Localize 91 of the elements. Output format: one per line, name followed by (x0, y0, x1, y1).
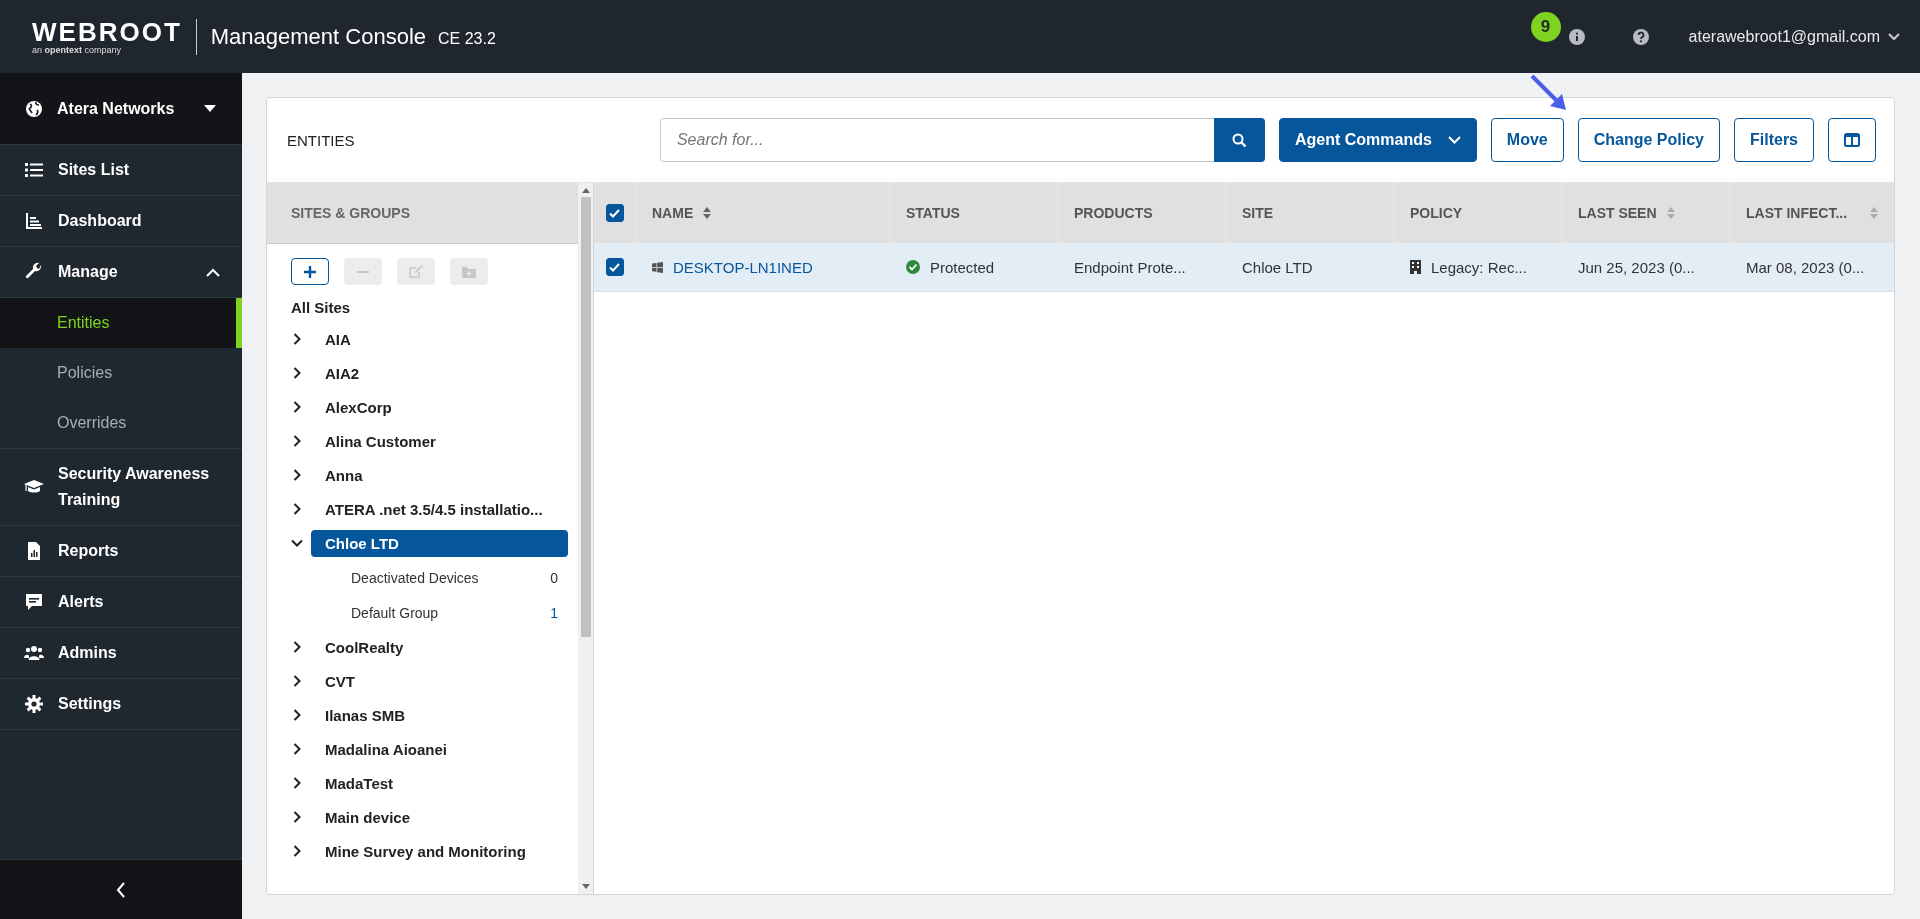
chevron-icon[interactable] (291, 401, 303, 413)
tree-item[interactable]: CoolRealty (311, 633, 568, 661)
agent-commands-button[interactable]: Agent Commands (1278, 118, 1477, 162)
settings-icon (24, 694, 44, 714)
group-count: 1 (550, 604, 558, 621)
edit-icon (409, 265, 423, 278)
chevron-icon[interactable] (291, 333, 303, 345)
tree-item[interactable]: AlexCorp (311, 393, 568, 421)
brand-logo: WEBROOT (32, 18, 182, 45)
tree-item[interactable]: MadaTest (311, 769, 568, 797)
panel-title: ENTITIES (287, 131, 355, 149)
sort-icon (1870, 207, 1878, 219)
tree-group[interactable]: Deactivated Devices (351, 569, 551, 586)
chevron-icon[interactable] (291, 845, 303, 857)
list-icon (24, 160, 44, 180)
device-name-link[interactable]: DESKTOP-LN1INED (673, 258, 813, 276)
scrollbar[interactable] (578, 183, 593, 894)
organization-selector[interactable]: Atera Networks (0, 73, 242, 145)
column-header[interactable]: LAST INFECT... (1730, 183, 1894, 243)
tree-item[interactable]: Mine Survey and Monitoring (311, 837, 568, 865)
toolbar-button[interactable]: Filters (1734, 118, 1814, 162)
tree-item[interactable]: Main device (311, 803, 568, 831)
table-cell: Mar 08, 2023 (0... (1746, 258, 1865, 276)
check-icon (609, 208, 620, 218)
globe-icon (25, 99, 43, 118)
group-count: 0 (550, 569, 558, 586)
users-icon (24, 643, 44, 663)
scroll-up-icon[interactable] (581, 188, 590, 193)
chat-icon (24, 592, 44, 612)
toolbar-button[interactable]: Change Policy (1577, 118, 1720, 162)
chart-icon (24, 211, 44, 231)
building-icon (1410, 260, 1421, 274)
sort-icon (1666, 207, 1675, 219)
table-cell: Endpoint Prote... (1074, 258, 1186, 276)
sidebar-item[interactable]: Security Awareness Training (0, 448, 242, 526)
tree-group[interactable]: Default Group (351, 604, 551, 621)
columns-button[interactable] (1828, 118, 1876, 162)
tree-item[interactable]: Ilanas SMB (311, 701, 568, 729)
sidebar-subitem[interactable]: Entities (0, 298, 242, 348)
chevron-icon[interactable] (291, 743, 303, 755)
chevron-icon[interactable] (291, 811, 303, 823)
tree-root[interactable]: All Sites (267, 293, 578, 322)
info-icon[interactable] (1568, 28, 1585, 45)
row-checkbox[interactable] (605, 258, 624, 276)
check-circle-icon (906, 260, 920, 274)
table-cell: Chloe LTD (1242, 258, 1313, 276)
chevron-icon[interactable] (291, 367, 303, 379)
scroll-down-icon[interactable] (581, 884, 590, 889)
chevron-icon[interactable] (291, 709, 303, 721)
tree-item[interactable]: Anna (311, 461, 568, 489)
search-button[interactable] (1213, 118, 1265, 162)
chevron-icon[interactable] (291, 469, 303, 481)
chevron-icon[interactable] (291, 675, 303, 687)
folder-icon (462, 265, 476, 278)
toolbar-button[interactable]: Move (1490, 118, 1564, 162)
brand-tagline: an opentext company (32, 44, 123, 55)
chevron-down-icon (1447, 136, 1461, 144)
chevron-icon[interactable] (291, 435, 303, 447)
chevron-icon[interactable] (291, 777, 303, 789)
table-row[interactable]: DESKTOP-LN1INED Protected Endpoint Prote... Chloe LTD Legacy: Rec... Jun 25, 2023 (0... Mar 08, 2023 (0... (594, 243, 1894, 292)
plus-icon (304, 265, 316, 278)
sort-icon (703, 207, 712, 219)
notification-badge[interactable]: 9 (1530, 11, 1561, 42)
chevron-down-icon (1888, 32, 1900, 41)
table-cell: Legacy: Rec... (1431, 258, 1527, 276)
check-icon (609, 262, 620, 272)
add-button[interactable] (291, 258, 329, 285)
tree-item[interactable]: Madalina Aioanei (311, 735, 568, 763)
tree-item[interactable]: Chloe LTD (311, 529, 568, 557)
tree-item[interactable]: AIA2 (311, 359, 568, 387)
tree-item[interactable]: AIA (311, 325, 568, 353)
tree-header: SITES & GROUPS (267, 183, 578, 244)
search-input[interactable]: Search for... (659, 118, 1214, 162)
user-menu[interactable]: aterawebroot1@gmail.com (1688, 27, 1900, 46)
search-icon (1231, 132, 1247, 148)
tree-item[interactable]: CVT (311, 667, 568, 695)
caret-down-icon (204, 105, 216, 112)
chevron-left-icon (116, 881, 126, 898)
app-version: CE 23.2 (438, 29, 496, 48)
help-icon[interactable] (1632, 28, 1649, 45)
windows-icon (652, 261, 663, 273)
columns-icon (1844, 133, 1860, 147)
table-cell: Jun 25, 2023 (0... (1578, 258, 1695, 276)
chevron-icon[interactable] (291, 641, 303, 653)
chevron-icon[interactable] (291, 537, 303, 549)
chevron-icon[interactable] (291, 503, 303, 515)
tree-item[interactable]: Alina Customer (311, 427, 568, 455)
table-cell: Protected (930, 258, 995, 276)
tree-item[interactable]: ATERA .net 3.5/4.5 installatio... (311, 495, 568, 523)
select-all-checkbox[interactable] (605, 204, 624, 222)
app-title: Management Console (210, 23, 426, 50)
